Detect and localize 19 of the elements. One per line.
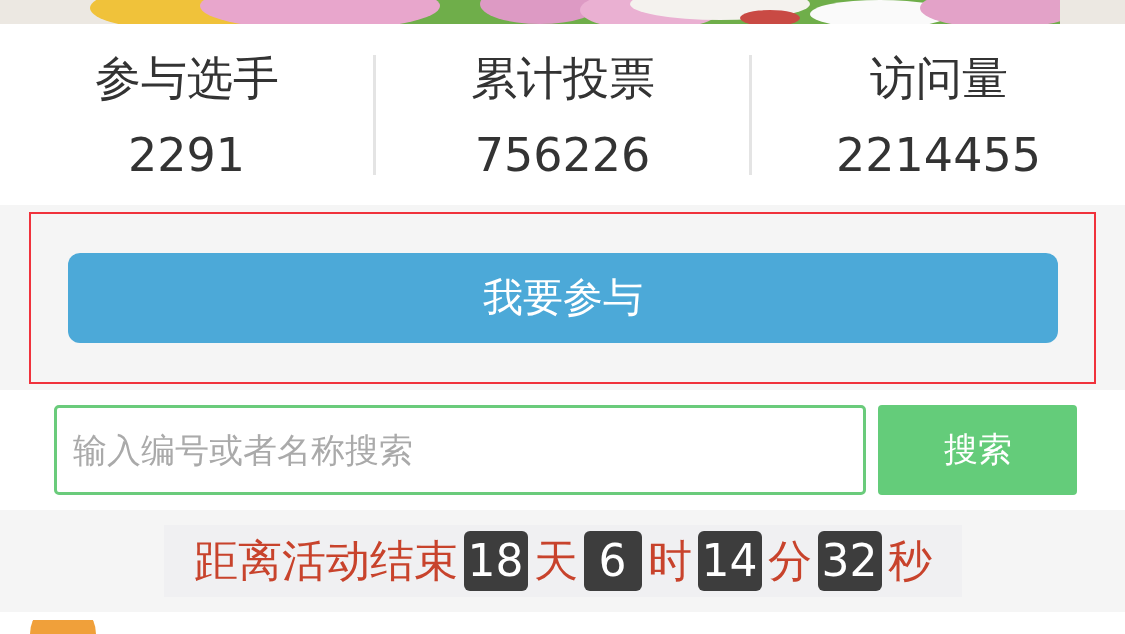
stat-label: 参与选手 — [94, 49, 279, 107]
stat-label: 访问量 — [869, 49, 1008, 107]
stat-value: 2214455 — [836, 127, 1041, 182]
countdown-label: 距离活动结束 — [193, 533, 458, 588]
search-button[interactable]: 搜索 — [878, 405, 1077, 495]
avatar-icon — [30, 620, 96, 634]
search-field[interactable]: 输入编号或者名称搜索 — [54, 405, 866, 495]
stat-value: 756226 — [474, 127, 651, 182]
countdown-number: 18 — [463, 531, 528, 591]
join-button[interactable]: 我要参与 — [67, 252, 1058, 343]
countdown-number: 32 — [817, 531, 882, 591]
stat-label: 累计投票 — [470, 49, 655, 107]
countdown-unit: 秒 — [887, 533, 932, 588]
countdown-unit: 分 — [767, 533, 812, 588]
countdown-unit: 时 — [647, 533, 692, 588]
countdown-unit: 天 — [533, 533, 578, 588]
countdown-number: 14 — [697, 531, 762, 591]
stat-value: 2291 — [127, 127, 246, 182]
countdown-number: 6 — [583, 531, 642, 591]
